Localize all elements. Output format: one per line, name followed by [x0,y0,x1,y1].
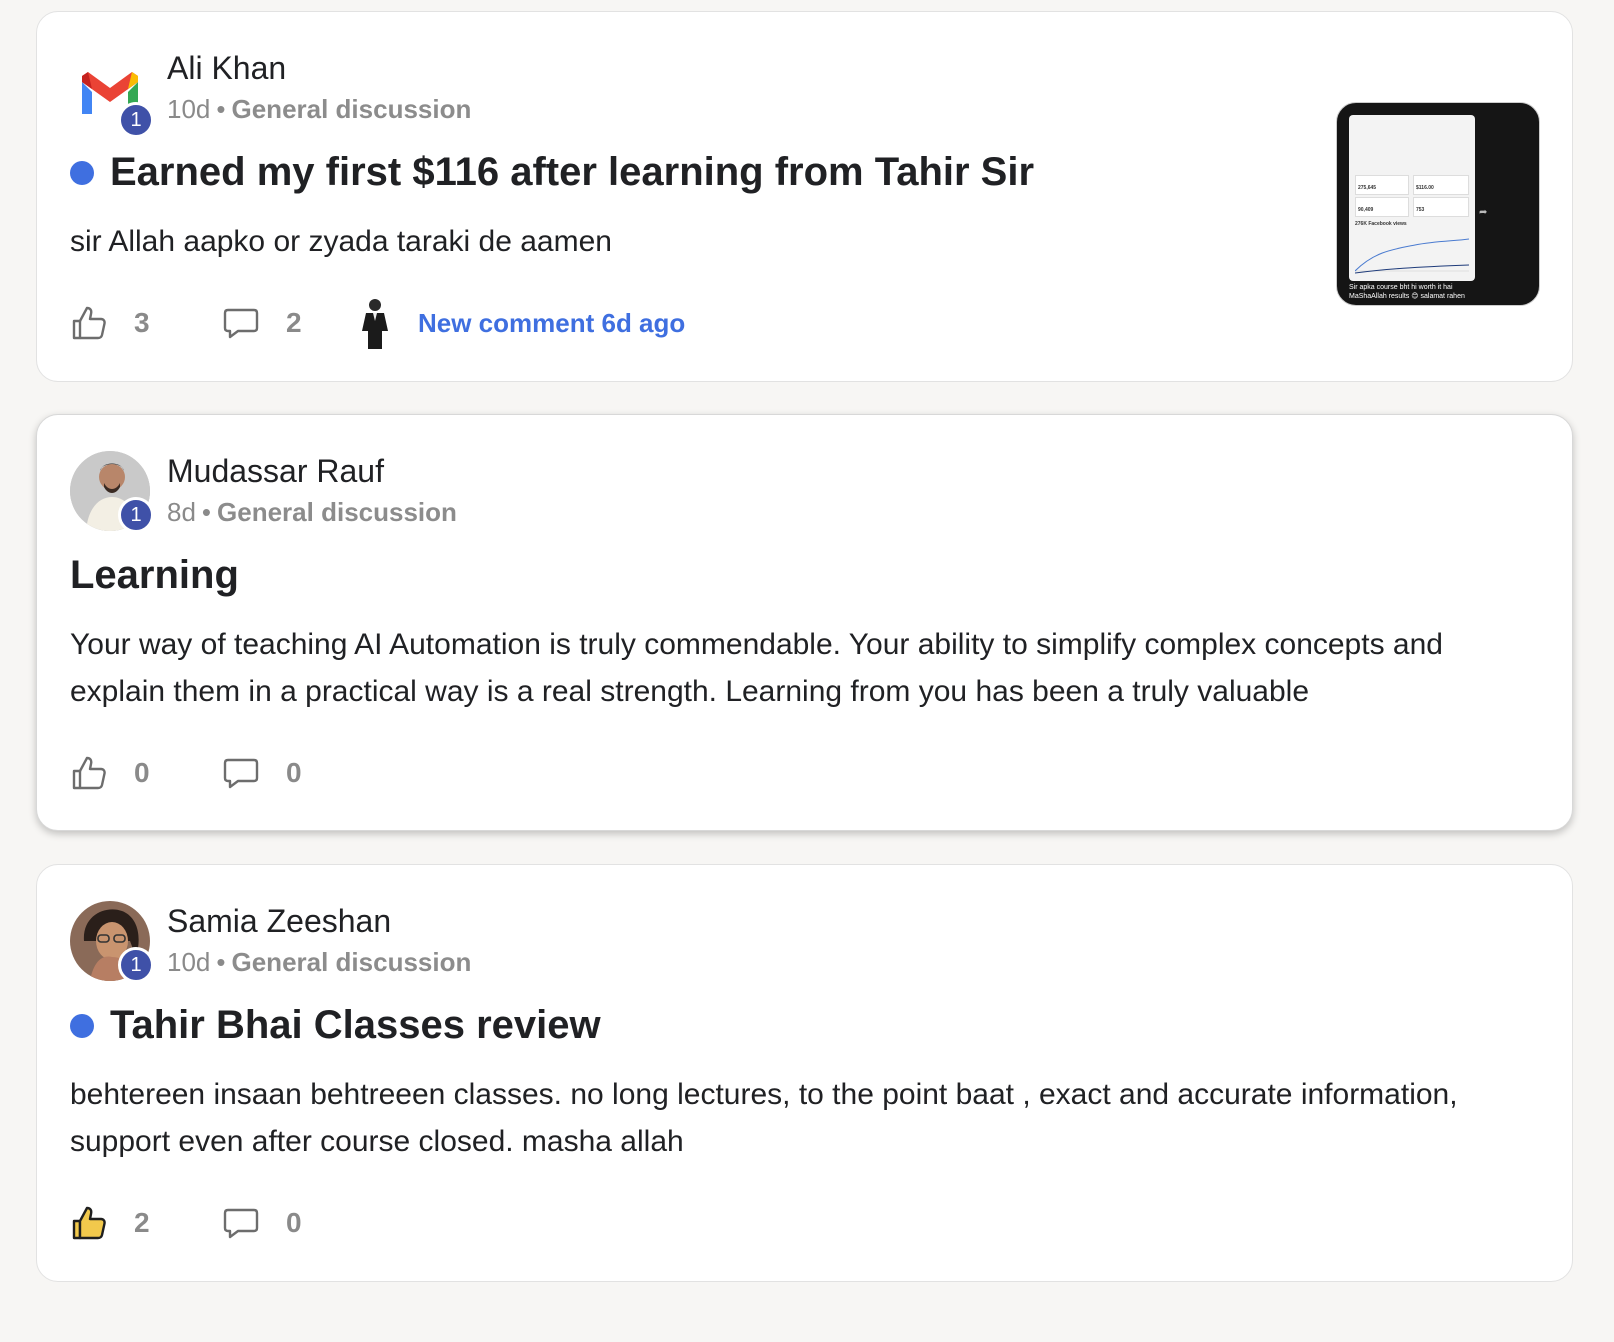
post-age: 8d [167,497,196,527]
like-count: 2 [134,1207,150,1238]
post-title-text: Tahir Bhai Classes review [110,1003,601,1047]
post-thumbnail[interactable]: 275,645 $116.00 90,409 753 276K Facebook… [1336,102,1540,306]
comment-icon[interactable] [222,754,260,792]
post-age: 10d [167,947,211,977]
thumb-stat: $116.00 [1416,185,1434,191]
post-body: Your way of teaching AI Automation is tr… [70,628,1443,708]
post-title-text: Earned my first $116 after learning from… [110,150,1035,194]
share-icon: ➦ [1479,207,1488,218]
post-actions: 0 0 [70,753,316,793]
post-title[interactable]: Learning [70,553,239,598]
post-body: behtereen insaan behtreeen classes. no l… [70,1078,1458,1158]
post-title[interactable]: Earned my first $116 after learning from… [70,150,1034,195]
commenter-avatar[interactable] [352,297,398,349]
post-body: sir Allah aapko or zyada taraki de aamen [70,225,612,258]
post-title-text: Learning [70,553,239,597]
post-meta: 10d • General discussion [167,947,471,978]
post-card[interactable]: 1 Samia Zeeshan 10d • General discussion T… [36,864,1573,1282]
thumb-stat: 90,409 [1358,207,1374,213]
meta-separator: • [216,947,226,977]
comment-count: 2 [286,307,302,338]
thumbs-up-icon[interactable] [70,754,108,792]
post-meta: 8d • General discussion [167,497,457,528]
unread-dot-icon [70,1013,94,1038]
thumb-chart [1355,238,1469,274]
thumbs-up-filled-icon[interactable] [70,1204,108,1242]
post-age: 10d [167,94,211,124]
post-category[interactable]: General discussion [232,947,472,977]
post-card[interactable]: 1 Ali Khan 10d • General discussion Earned… [36,11,1573,382]
comment-icon[interactable] [222,1204,260,1242]
post-category[interactable]: General discussion [232,94,472,124]
avatar[interactable]: 1 [70,56,154,138]
thumb-caption: Sir apka course bht hi worth it hai MaSh… [1349,284,1465,300]
post-category[interactable]: General discussion [217,497,457,527]
author-name[interactable]: Ali Khan [167,50,286,87]
level-badge: 1 [118,947,154,983]
avatar[interactable]: 1 [70,451,154,533]
avatar[interactable]: 1 [70,901,154,983]
thumb-chart-title: 276K Facebook views [1355,221,1407,227]
meta-separator: • [201,497,212,527]
meta-separator: • [216,94,226,124]
like-count: 0 [134,757,150,788]
author-name[interactable]: Samia Zeeshan [167,903,391,940]
thumbnail-screen: 275,645 $116.00 90,409 753 276K Facebook… [1349,115,1475,281]
new-comment-link[interactable]: New comment 6d ago [418,308,685,339]
thumbs-up-icon[interactable] [70,304,108,342]
comment-count: 0 [286,1207,302,1238]
post-title[interactable]: Tahir Bhai Classes review [70,1003,601,1048]
post-meta: 10d • General discussion [167,94,471,125]
level-badge: 1 [118,102,154,138]
thumb-stat: 753 [1416,207,1425,213]
post-actions: 2 0 [70,1203,316,1243]
comment-icon[interactable] [222,304,260,342]
author-name[interactable]: Mudassar Rauf [167,453,384,490]
level-badge: 1 [118,497,154,533]
thumb-stat: 275,645 [1358,185,1377,191]
post-card[interactable]: 1 Mudassar Rauf 8d • General discussion Le… [36,414,1573,831]
unread-dot-icon [70,160,94,185]
comment-count: 0 [286,757,302,788]
post-actions: 3 2 New comment 6d ago [70,299,685,349]
like-count: 3 [134,307,150,338]
